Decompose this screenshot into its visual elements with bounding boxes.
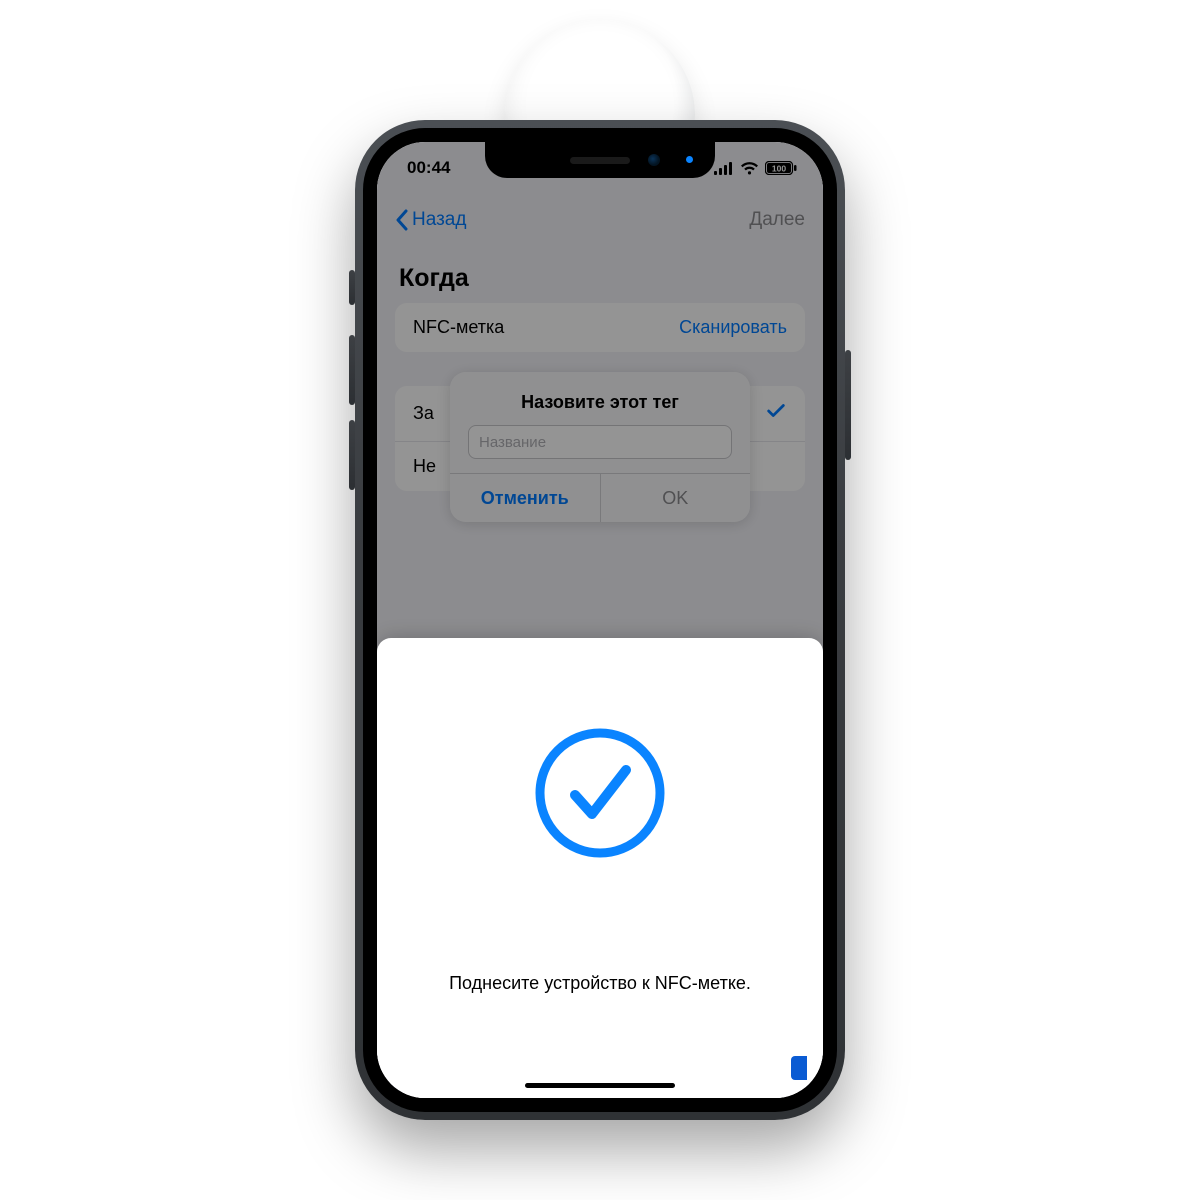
- checkmark-circle-icon: [530, 723, 670, 863]
- earpiece-speaker: [570, 157, 630, 164]
- nfc-sheet: Поднесите устройство к NFC-метке.: [377, 638, 823, 1098]
- phone-screen: 00:44: [377, 142, 823, 1098]
- power-button: [845, 350, 851, 460]
- sheet-corner-accent: [791, 1056, 807, 1080]
- recording-indicator-dot: [686, 156, 693, 163]
- phone-bezel: 00:44: [363, 128, 837, 1112]
- volume-down-button: [349, 420, 355, 490]
- volume-up-button: [349, 335, 355, 405]
- home-indicator[interactable]: [525, 1083, 675, 1088]
- notch: [485, 142, 715, 178]
- iphone-frame: 00:44: [355, 120, 845, 1120]
- silence-switch: [349, 270, 355, 305]
- nfc-sheet-message: Поднесите устройство к NFC-метке.: [419, 973, 781, 994]
- front-camera: [648, 154, 660, 166]
